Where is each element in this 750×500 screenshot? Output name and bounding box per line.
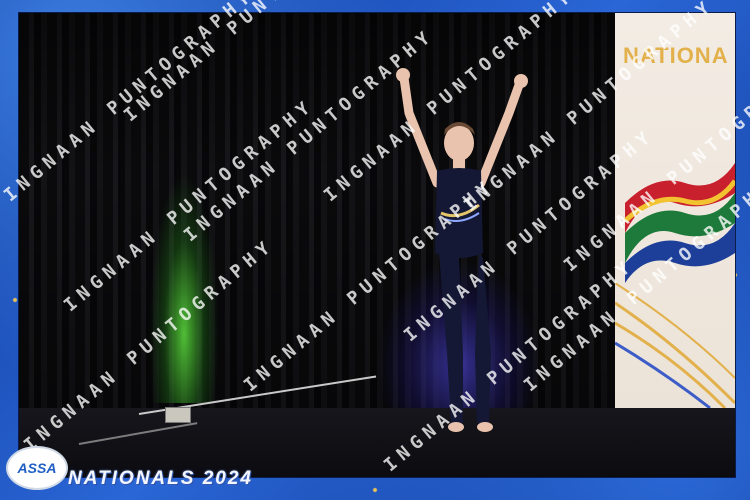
green-stage-light	[149, 173, 219, 403]
photo-frame: NATIONA INGNAAN PUNTOGRAPHY INGNAAN PUNT…	[0, 0, 750, 500]
logo-text: ASSA	[17, 460, 57, 476]
gold-swoosh-decoration	[615, 283, 735, 408]
stage-photo: NATIONA	[18, 12, 736, 478]
assa-logo-icon: ASSA	[6, 446, 68, 490]
south-africa-flag-icon	[623, 163, 735, 283]
event-title: NATIONALS 2024	[68, 468, 253, 489]
floor-light-fixture	[165, 407, 191, 423]
gymnast-figure	[396, 68, 528, 432]
banner-text: NATIONA	[623, 43, 729, 68]
